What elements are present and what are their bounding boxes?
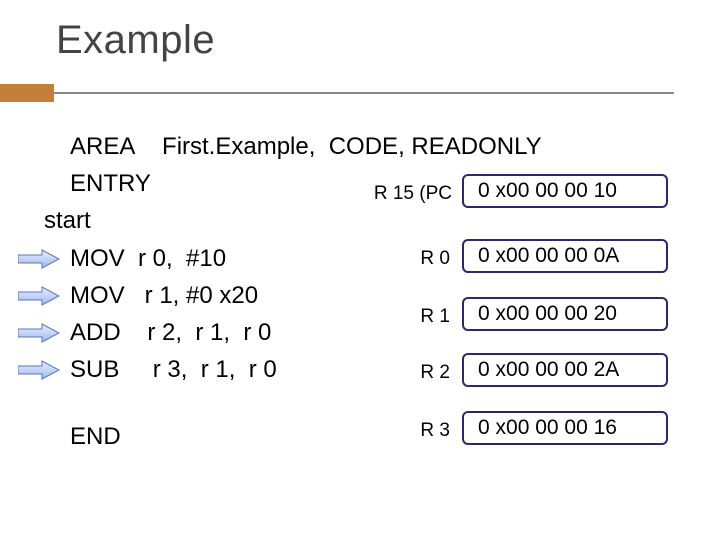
reg-value-r0: 0 x00 00 00 0A — [462, 239, 668, 273]
reg-label-pc: R 15 (PC — [352, 183, 452, 205]
code-line-area: AREA First.Example, CODE, READONLY — [70, 128, 542, 165]
accent-bar — [0, 84, 54, 102]
page-title: Example — [56, 18, 215, 63]
reg-label-r0: R 0 — [400, 248, 450, 270]
reg-label-r3: R 3 — [400, 420, 450, 442]
title-underline — [54, 92, 674, 94]
reg-label-r2: R 2 — [400, 362, 450, 384]
reg-label-r1: R 1 — [400, 306, 450, 328]
reg-value-r3: 0 x00 00 00 16 — [462, 411, 668, 445]
reg-value-pc: 0 x00 00 00 10 — [462, 174, 668, 208]
slide: Example AREA First.Example, CODE, READON… — [0, 0, 720, 540]
reg-value-r1: 0 x00 00 00 20 — [462, 297, 668, 331]
reg-value-r2: 0 x00 00 00 2A — [462, 353, 668, 387]
